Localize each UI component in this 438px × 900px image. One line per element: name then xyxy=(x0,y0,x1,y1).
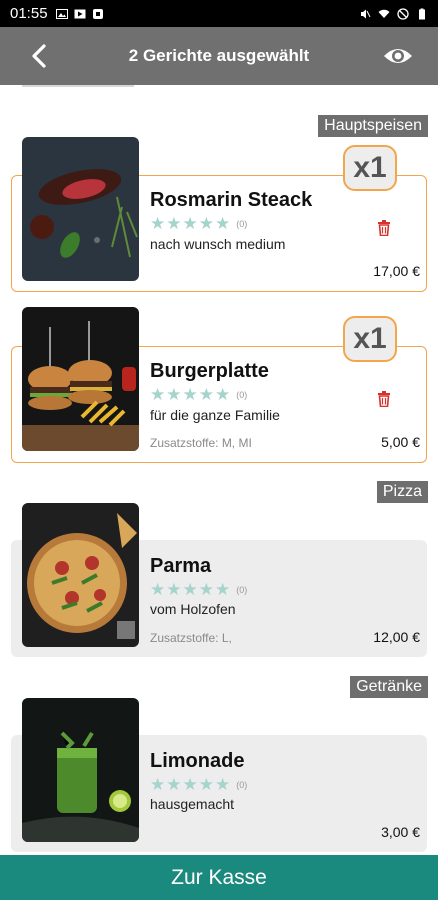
dish-image-pizza xyxy=(22,503,139,647)
rating-count: (0) xyxy=(236,779,248,790)
rating-count: (0) xyxy=(236,584,248,595)
section-label-pizza: Pizza xyxy=(376,481,428,503)
dish-name: Rosmarin Steack xyxy=(150,189,313,211)
dish-additives: Zusatzstoffe: L, xyxy=(150,631,232,645)
trash-icon[interactable] xyxy=(377,391,391,407)
play-store-icon xyxy=(74,9,86,18)
back-arrow-icon[interactable] xyxy=(26,41,54,71)
dish-additives: Zusatzstoffe: M, MI xyxy=(150,436,252,450)
trash-icon[interactable] xyxy=(377,220,391,236)
dish-image-lemonade xyxy=(22,698,139,842)
star-icon: ★ xyxy=(215,214,231,233)
page-title: 2 Gerichte ausgewählt xyxy=(128,46,310,65)
rating-stars: ★ ★ ★ ★ ★ (0) xyxy=(150,386,247,403)
system-icons xyxy=(359,7,428,20)
star-icon: ★ xyxy=(182,385,198,404)
dish-description: hausgemacht xyxy=(150,796,235,812)
app-bar: 2 Gerichte ausgewählt xyxy=(0,27,438,85)
app-icon xyxy=(92,8,103,19)
star-icon: ★ xyxy=(215,580,231,599)
star-icon: ★ xyxy=(215,385,231,404)
status-bar: 01:55 xyxy=(0,0,438,27)
star-icon: ★ xyxy=(150,580,166,599)
dish-name: Burgerplatte xyxy=(150,360,269,382)
notification-icons xyxy=(55,8,104,20)
gallery-icon xyxy=(55,8,68,19)
rating-count: (0) xyxy=(236,218,248,229)
star-icon: ★ xyxy=(182,214,198,233)
rating-stars: ★ ★ ★ ★ ★ (0) xyxy=(150,776,247,793)
status-time: 01:55 xyxy=(10,5,48,22)
dish-name: Parma xyxy=(150,555,212,577)
dish-image-burger xyxy=(22,307,139,451)
checkout-button[interactable]: Zur Kasse xyxy=(0,855,438,900)
star-icon: ★ xyxy=(215,775,231,794)
dish-price: 12,00 € xyxy=(373,629,420,645)
mute-icon xyxy=(361,9,371,18)
star-icon: ★ xyxy=(150,385,166,404)
dish-description: für die ganze Familie xyxy=(150,407,280,423)
star-icon: ★ xyxy=(198,580,214,599)
rating-stars: ★ ★ ★ ★ ★ (0) xyxy=(150,581,247,598)
star-icon: ★ xyxy=(166,580,182,599)
dish-name: Limonade xyxy=(150,750,245,772)
dish-price: 17,00 € xyxy=(373,263,420,279)
dish-price: 3,00 € xyxy=(381,824,420,840)
do-not-disturb-icon xyxy=(397,7,409,20)
dish-list[interactable]: Hauptspeisen x1 Rosmarin Steack ★ ★ ★ ★ ★ (0… xyxy=(0,85,438,855)
wifi-icon xyxy=(378,9,390,18)
rating-stars: ★ ★ ★ ★ ★ (0) xyxy=(150,215,247,232)
dish-description: nach wunsch medium xyxy=(150,236,286,252)
battery-icon xyxy=(419,8,425,19)
star-icon: ★ xyxy=(182,775,198,794)
divider xyxy=(22,85,134,87)
section-label-getraenke: Getränke xyxy=(350,676,428,698)
star-icon: ★ xyxy=(166,214,182,233)
star-icon: ★ xyxy=(182,580,198,599)
eye-icon[interactable] xyxy=(382,42,414,70)
quantity-badge: x1 xyxy=(343,145,397,191)
dish-image-steak xyxy=(22,137,139,281)
rating-count: (0) xyxy=(236,389,248,400)
star-icon: ★ xyxy=(198,385,214,404)
star-icon: ★ xyxy=(166,385,182,404)
quantity-badge: x1 xyxy=(343,316,397,362)
star-icon: ★ xyxy=(198,214,214,233)
star-icon: ★ xyxy=(198,775,214,794)
star-icon: ★ xyxy=(150,214,166,233)
dish-description: vom Holzofen xyxy=(150,601,236,617)
section-label-hauptspeisen: Hauptspeisen xyxy=(318,115,428,137)
star-icon: ★ xyxy=(166,775,182,794)
dish-price: 5,00 € xyxy=(381,434,420,450)
star-icon: ★ xyxy=(150,775,166,794)
